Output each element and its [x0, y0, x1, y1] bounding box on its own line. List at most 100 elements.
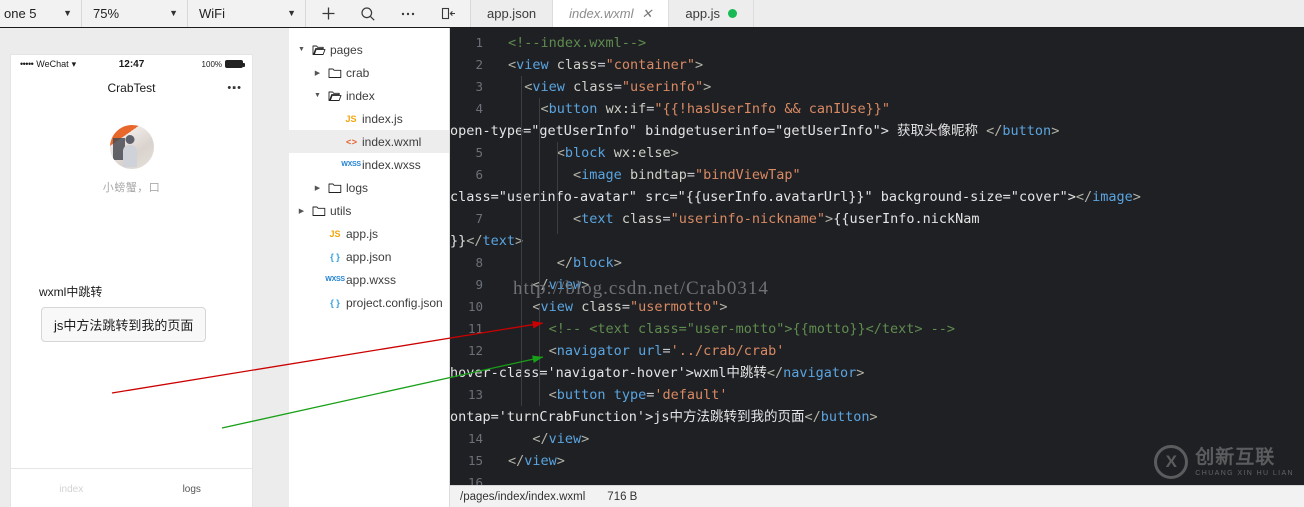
network-select-value: WiFi [199, 6, 225, 21]
tree-item-app-js[interactable]: JS app.js [289, 222, 449, 245]
more-button[interactable] [388, 0, 428, 27]
chevron-down-icon[interactable]: ▼ [311, 92, 324, 99]
tree-item-pages[interactable]: ▼ pages [289, 38, 449, 61]
line-number: 15 [467, 453, 483, 468]
wxml-file-icon: < > [345, 136, 357, 147]
tabbar-item-logs[interactable]: logs [132, 484, 253, 495]
folder-icon [324, 67, 346, 79]
tree-item-label: index.wxml [362, 134, 422, 149]
line-text: <block wx:else> [556, 145, 679, 161]
capsule-menu-icon[interactable]: •▪• [227, 82, 242, 94]
chevron-down-icon: ▼ [169, 8, 178, 18]
line-text: </view> [532, 431, 590, 447]
tree-item-index-js[interactable]: JS index.js [289, 107, 449, 130]
search-button[interactable] [348, 0, 388, 27]
line-number: 11 [467, 321, 483, 336]
code-content: 1 <!--index.wxml--> 2 <view class="containe… [450, 28, 1304, 494]
line-number: 8 [475, 255, 483, 270]
avatar[interactable] [109, 125, 154, 169]
line-text: <button type='default' ontap='turnCrabFun… [450, 387, 878, 425]
zoom-select-value: 75% [93, 6, 120, 21]
tab-app-js[interactable]: app.js [669, 0, 755, 27]
line-number: 5 [475, 145, 483, 160]
tree-item-label: project.config.json [346, 295, 443, 310]
indent-guide [521, 76, 522, 406]
js-file-icon: JS [329, 228, 341, 239]
code-line: 15 </view> [450, 450, 1304, 472]
chevron-down-icon[interactable]: ▼ [295, 46, 308, 53]
tab-index-wxml[interactable]: index.wxml ✕ [553, 0, 670, 27]
tabbar-item-index[interactable]: index [11, 484, 132, 495]
line-text: </block> [556, 255, 622, 271]
status-right: 100% [144, 60, 246, 69]
tabstrip-filler [754, 0, 1304, 27]
carrier-label: WeChat [36, 59, 69, 69]
line-text: <view class="container"> [508, 57, 704, 73]
tree-item-logs[interactable]: ▶ logs [289, 176, 449, 199]
page-title: CrabTest [107, 81, 156, 95]
tree-item-project-config-json[interactable]: { } project.config.json [289, 291, 449, 314]
tree-item-label: index [346, 88, 375, 103]
line-number: 1 [475, 35, 483, 50]
code-line: 6 <image bindtap="bindViewTap" class="use… [450, 164, 1304, 208]
tree-item-index[interactable]: ▼ index [289, 84, 449, 107]
device-select[interactable]: one 5 ▼ [0, 0, 82, 27]
tree-item-crab[interactable]: ▶ crab [289, 61, 449, 84]
line-number: 12 [467, 343, 483, 358]
line-text: <view class="userinfo"> [524, 79, 712, 95]
chevron-right-icon[interactable]: ▶ [295, 207, 308, 215]
status-file-path: /pages/index/index.wxml [460, 490, 586, 503]
js-jump-button[interactable]: js中方法跳转到我的页面 [41, 307, 207, 342]
network-select[interactable]: WiFi ▼ [188, 0, 306, 27]
js-file-icon: JS [345, 113, 357, 124]
file-tree: ▼ pages ▶ crab ▼ index JS index.js < > index.wxml… [289, 28, 450, 507]
tree-item-label: index.js [362, 111, 403, 126]
folder-open-icon [308, 44, 330, 56]
line-text: </view> [532, 277, 590, 293]
tree-item-app-wxss[interactable]: WXSS app.wxss [289, 268, 449, 291]
status-time: 12:47 [118, 58, 145, 70]
line-number: 3 [475, 79, 483, 94]
tree-item-utils[interactable]: ▶ utils [289, 199, 449, 222]
wechat-devtools-window: one 5 ▼ 75% ▼ WiFi ▼ app.json index.wxml… [0, 0, 1304, 507]
status-bar: /pages/index/index.wxml 716 B [450, 485, 1304, 507]
indent-guide [539, 98, 540, 298]
avatar-head-shape [125, 134, 135, 144]
phone-frame: ••••• WeChat ▾ 12:47 100% CrabTest •▪• 小… [11, 55, 252, 507]
top-toolbar: one 5 ▼ 75% ▼ WiFi ▼ app.json index.wxml… [0, 0, 1304, 28]
line-text: <!-- <text class="user-motto">{{motto}}<… [508, 321, 956, 337]
tree-item-index-wxss[interactable]: WXSS index.wxss [289, 153, 449, 176]
code-editor[interactable]: 1 <!--index.wxml--> 2 <view class="containe… [450, 28, 1304, 507]
chevron-right-icon[interactable]: ▶ [311, 184, 324, 192]
code-line: 1 <!--index.wxml--> [450, 32, 1304, 54]
tab-app-json[interactable]: app.json [471, 0, 554, 27]
tree-item-label: app.json [346, 249, 392, 264]
folder-icon [308, 205, 330, 217]
add-button[interactable] [308, 0, 348, 27]
collapse-panel-button[interactable] [428, 0, 468, 27]
line-number: 9 [475, 277, 483, 292]
line-number: 4 [475, 101, 483, 116]
status-file-size: 716 B [607, 490, 638, 503]
tree-item-index-wxml[interactable]: < > index.wxml [289, 130, 449, 153]
zoom-select[interactable]: 75% ▼ [82, 0, 188, 27]
tab-label: app.js [685, 6, 721, 21]
indent-guide [539, 306, 540, 406]
chevron-right-icon[interactable]: ▶ [311, 69, 324, 77]
code-line: 8 </block> [450, 252, 1304, 274]
line-number: 2 [475, 57, 483, 72]
close-icon[interactable]: ✕ [641, 7, 652, 20]
editor-tabstrip: app.json index.wxml ✕ app.js [471, 0, 1304, 27]
navigator-link[interactable]: wxml中跳转 [39, 283, 252, 300]
line-text: <text class="userinfo-nickname">{{userIn… [450, 211, 980, 249]
chevron-down-icon: ▼ [287, 8, 296, 18]
tree-item-app-json[interactable]: { } app.json [289, 245, 449, 268]
collapse-panel-icon [441, 7, 455, 20]
line-text: <button wx:if="{{!hasUserInfo && canIUse… [450, 101, 1060, 139]
tab-label: index.wxml [569, 6, 634, 21]
wxss-file-icon: WXSS [325, 276, 345, 283]
line-text: <navigator url='../crab/crab' hover-class… [450, 343, 865, 381]
tree-item-label: app.wxss [346, 272, 397, 287]
folder-open-icon [324, 90, 346, 102]
userinfo-block: 小螃蟹，口 [11, 125, 252, 195]
